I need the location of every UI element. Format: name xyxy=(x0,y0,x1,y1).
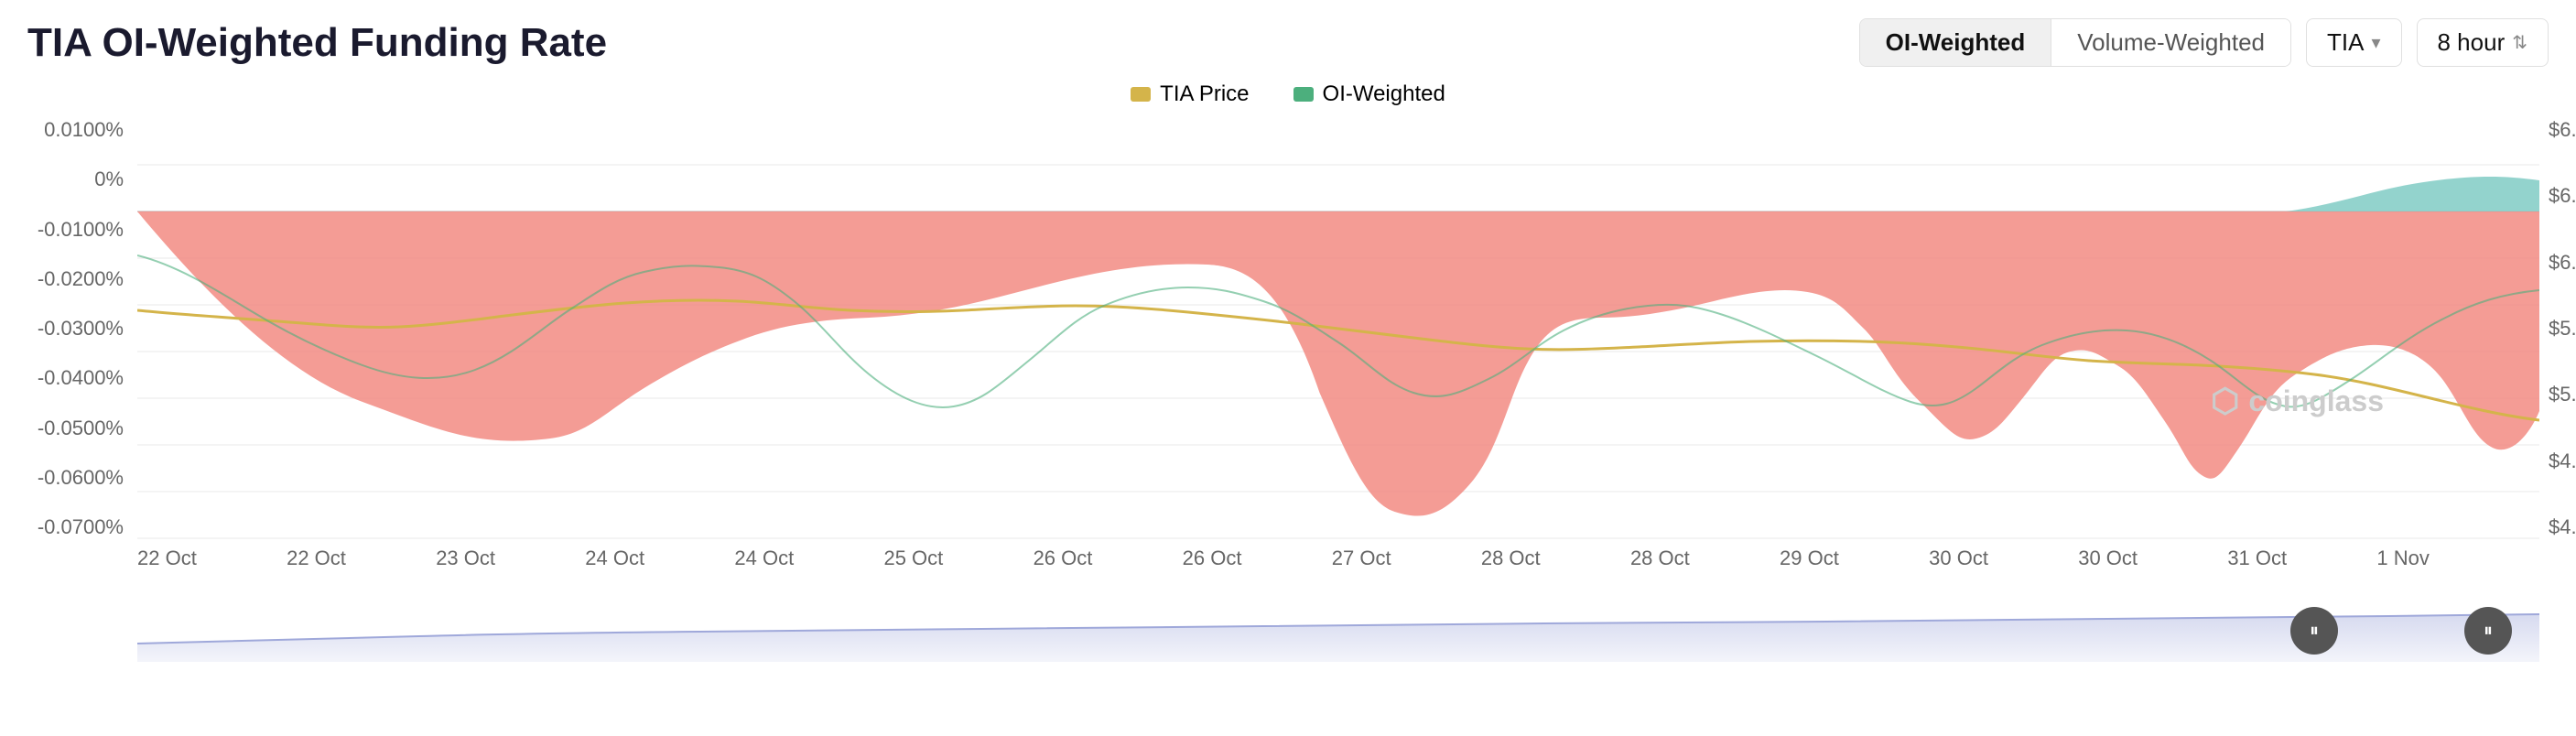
interval-dropdown[interactable]: 8 hour ⇅ xyxy=(2417,18,2549,67)
y-right-label-6: $4.16 xyxy=(2549,515,2576,539)
x-label-12: 30 Oct xyxy=(1929,547,1988,570)
y-label-5: -0.0400% xyxy=(38,366,124,390)
dropdown-arrow-icon: ▾ xyxy=(2371,31,2380,54)
x-label-15: 1 Nov xyxy=(2376,547,2429,570)
x-label-11: 29 Oct xyxy=(1780,547,1839,570)
x-label-1: 22 Oct xyxy=(287,547,346,570)
chart-area: 0.0100% 0% -0.0100% -0.0200% -0.0300% -0… xyxy=(27,118,2549,631)
watermark-text: coinglass xyxy=(2248,384,2384,418)
tab-volume-weighted[interactable]: Volume-Weighted xyxy=(2051,19,2290,66)
y-right-label-3: $5.50 xyxy=(2549,317,2576,341)
y-right-label-4: $5.00 xyxy=(2549,383,2576,406)
tab-oi-weighted[interactable]: OI-Weighted xyxy=(1860,19,2052,66)
weighting-tab-group: OI-Weighted Volume-Weighted xyxy=(1859,18,2291,67)
y-label-4: -0.0300% xyxy=(38,317,124,341)
pause-button-right[interactable]: ⏸ xyxy=(2464,607,2512,655)
y-label-8: -0.0700% xyxy=(38,515,124,539)
y-axis-left: 0.0100% 0% -0.0100% -0.0200% -0.0300% -0… xyxy=(27,118,133,539)
y-label-2: -0.0100% xyxy=(38,218,124,242)
x-label-5: 25 Oct xyxy=(883,547,943,570)
interval-arrow-icon: ⇅ xyxy=(2512,31,2527,54)
mini-chart: ⏸ ⏸ xyxy=(137,579,2539,662)
x-label-7: 26 Oct xyxy=(1183,547,1242,570)
page-header: TIA OI-Weighted Funding Rate OI-Weighted… xyxy=(27,18,2549,67)
legend-oi-label: OI-Weighted xyxy=(1323,81,1445,107)
y-label-3: -0.0200% xyxy=(38,267,124,291)
x-label-10: 28 Oct xyxy=(1630,547,1690,570)
legend-tia-label: TIA Price xyxy=(1160,81,1249,107)
y-right-label-2: $6.00 xyxy=(2549,251,2576,275)
x-label-9: 28 Oct xyxy=(1481,547,1541,570)
x-label-0: 22 Oct xyxy=(137,547,197,570)
y-right-label-1: $6.50 xyxy=(2549,184,2576,208)
legend-tia-price: TIA Price xyxy=(1131,81,1249,107)
watermark: ⬡ coinglass xyxy=(2211,382,2384,420)
y-label-1: 0% xyxy=(94,168,124,191)
x-label-2: 23 Oct xyxy=(436,547,495,570)
mini-chart-svg xyxy=(137,579,2539,662)
main-chart-svg xyxy=(137,118,2539,539)
x-label-8: 27 Oct xyxy=(1332,547,1391,570)
legend-oi-weighted: OI-Weighted xyxy=(1293,81,1445,107)
legend-tia-color xyxy=(1131,87,1151,102)
x-label-3: 24 Oct xyxy=(585,547,644,570)
asset-dropdown[interactable]: TIA ▾ xyxy=(2306,18,2402,67)
x-label-6: 26 Oct xyxy=(1034,547,1093,570)
main-chart-wrapper: $6.74 $6.50 $6.00 $5.50 $5.00 $4.50 $4.1… xyxy=(137,118,2539,539)
y-label-6: -0.0500% xyxy=(38,417,124,440)
pause-button-left[interactable]: ⏸ xyxy=(2290,607,2338,655)
y-right-label-0: $6.74 xyxy=(2549,118,2576,142)
y-axis-right: $6.74 $6.50 $6.00 $5.50 $5.00 $4.50 $4.1… xyxy=(2539,118,2576,539)
y-right-label-5: $4.50 xyxy=(2549,449,2576,473)
page-title: TIA OI-Weighted Funding Rate xyxy=(27,20,607,66)
watermark-icon: ⬡ xyxy=(2211,382,2239,420)
y-label-0: 0.0100% xyxy=(44,118,124,142)
x-label-4: 24 Oct xyxy=(734,547,794,570)
x-label-13: 30 Oct xyxy=(2078,547,2138,570)
x-axis: 22 Oct 22 Oct 23 Oct 24 Oct 24 Oct 25 Oc… xyxy=(27,539,2430,570)
y-label-7: -0.0600% xyxy=(38,466,124,490)
x-label-14: 31 Oct xyxy=(2227,547,2287,570)
controls-group: OI-Weighted Volume-Weighted TIA ▾ 8 hour… xyxy=(1859,18,2549,67)
legend-oi-color xyxy=(1293,87,1314,102)
chart-legend: TIA Price OI-Weighted xyxy=(27,81,2549,107)
